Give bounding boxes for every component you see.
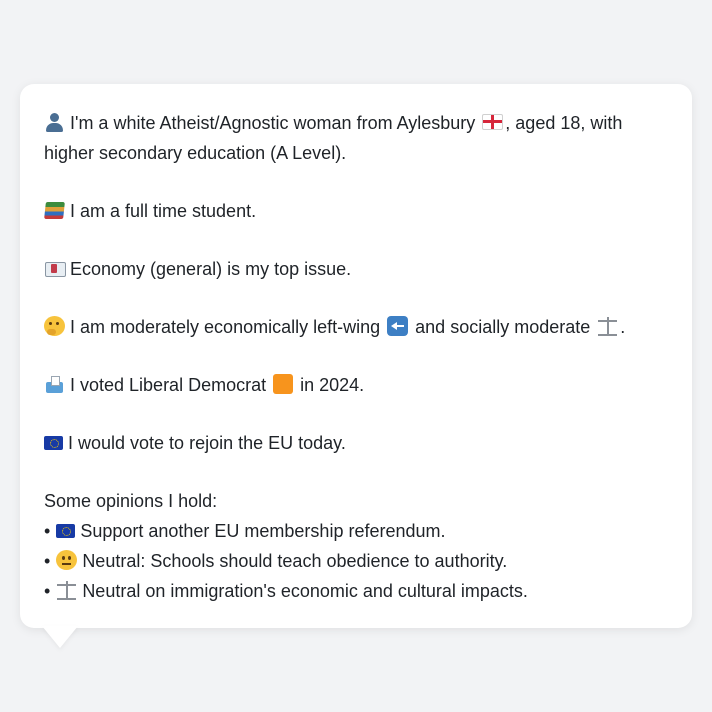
speech-bubble-tail bbox=[42, 626, 78, 648]
eu-text: I would vote to rejoin the EU today. bbox=[68, 433, 346, 453]
ideology-text-2: and socially moderate bbox=[415, 317, 591, 337]
vote-text-1: I voted Liberal Democrat bbox=[70, 375, 267, 395]
opinion-item: • Support another EU membership referendu… bbox=[44, 516, 668, 546]
person-icon bbox=[44, 112, 65, 132]
thinking-face-icon bbox=[44, 316, 65, 336]
scales-icon bbox=[56, 580, 77, 600]
eu-line: I would vote to rejoin the EU today. bbox=[44, 428, 668, 458]
chart-icon bbox=[44, 258, 66, 278]
bullet: • bbox=[44, 521, 51, 541]
neutral-face-icon bbox=[56, 550, 78, 570]
opinions-heading: Some opinions I hold: bbox=[44, 491, 218, 511]
orange-square-icon bbox=[273, 374, 294, 394]
eu-flag-icon bbox=[44, 436, 63, 450]
occupation-line: I am a full time student. bbox=[44, 196, 668, 226]
identity-line: I'm a white Atheist/Agnostic woman from … bbox=[44, 108, 668, 168]
opinion-text: Neutral on immigration's economic and cu… bbox=[82, 581, 528, 601]
england-flag-icon bbox=[482, 114, 504, 130]
vote-text-2: in 2024. bbox=[300, 375, 365, 395]
eu-flag-icon bbox=[56, 524, 76, 538]
books-icon bbox=[44, 200, 65, 220]
top-issue-text: Economy (general) is my top issue. bbox=[70, 259, 352, 279]
bullet: • bbox=[44, 551, 51, 571]
identity-text: I'm a white Atheist/Agnostic woman from … bbox=[70, 113, 476, 133]
vote-line: I voted Liberal Democrat in 2024. bbox=[44, 370, 668, 400]
top-issue-line: Economy (general) is my top issue. bbox=[44, 254, 668, 284]
profile-card: I'm a white Atheist/Agnostic woman from … bbox=[20, 84, 692, 628]
opinion-text: Support another EU membership referendum… bbox=[80, 521, 446, 541]
bullet: • bbox=[44, 581, 51, 601]
opinion-text: Neutral: Schools should teach obedience … bbox=[82, 551, 508, 571]
opinion-item: • Neutral on immigration's economic and c… bbox=[44, 576, 668, 606]
ideology-text-1: I am moderately economically left-wing bbox=[70, 317, 381, 337]
ideology-text-end: . bbox=[620, 317, 626, 337]
ballot-box-icon bbox=[44, 374, 65, 394]
left-arrow-icon bbox=[387, 316, 409, 336]
occupation-text: I am a full time student. bbox=[70, 201, 257, 221]
opinion-item: • Neutral: Schools should teach obedience… bbox=[44, 546, 668, 576]
scales-icon bbox=[597, 316, 618, 336]
ideology-line: I am moderately economically left-wing a… bbox=[44, 312, 668, 342]
